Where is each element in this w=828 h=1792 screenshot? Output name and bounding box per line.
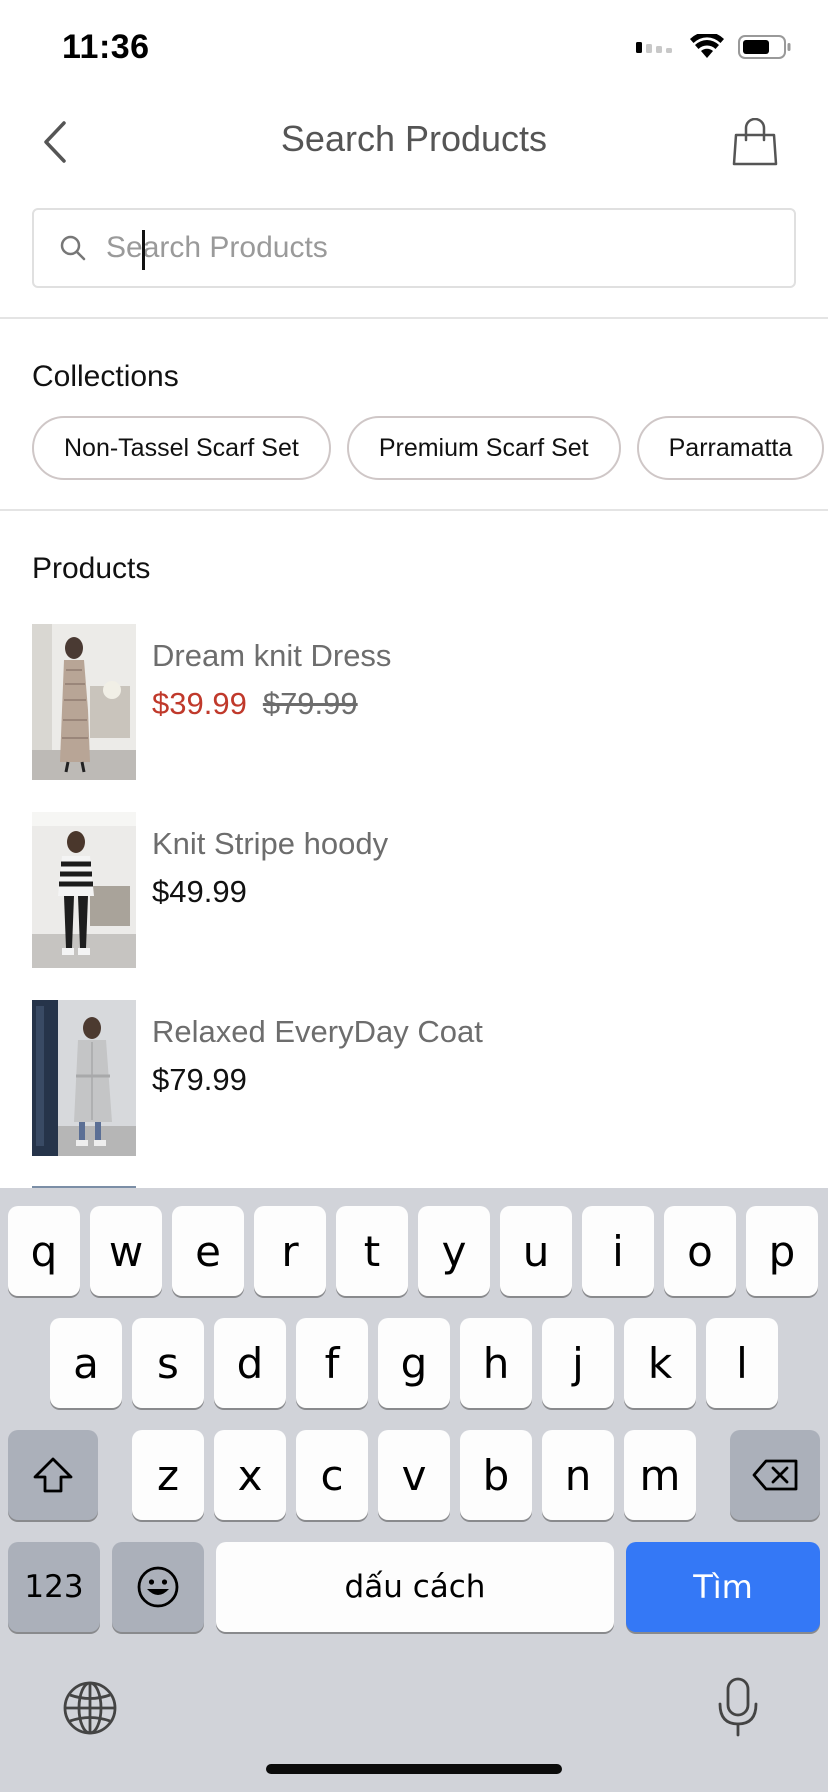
- collections-chips: Non-Tassel Scarf Set Premium Scarf Set P…: [32, 416, 825, 480]
- product-image: [32, 812, 136, 968]
- search-return-key[interactable]: Tìm: [626, 1542, 820, 1632]
- key-e[interactable]: e: [172, 1206, 244, 1296]
- search-box[interactable]: [32, 208, 796, 288]
- key-k[interactable]: k: [624, 1318, 696, 1408]
- microphone-icon: [718, 1677, 758, 1737]
- key-g[interactable]: g: [378, 1318, 450, 1408]
- status-icons: [636, 31, 792, 65]
- emoji-key[interactable]: [112, 1542, 204, 1632]
- key-y[interactable]: y: [418, 1206, 490, 1296]
- cellular-signal-icon: [636, 39, 676, 60]
- collection-chip[interactable]: Non-Tassel Scarf Set: [32, 416, 331, 480]
- numbers-key[interactable]: 123: [8, 1542, 100, 1632]
- product-item[interactable]: Knit Stripe hoody $49.99: [32, 812, 812, 968]
- wifi-icon: [690, 31, 724, 65]
- search-icon: [58, 233, 88, 263]
- collections-heading: Collections: [32, 360, 179, 393]
- key-m[interactable]: m: [624, 1430, 696, 1520]
- key-w[interactable]: w: [90, 1206, 162, 1296]
- collection-chip[interactable]: Premium Scarf Set: [346, 416, 621, 480]
- product-name: Knit Stripe hoody: [152, 826, 389, 861]
- nav-bar: Search Products: [0, 100, 828, 180]
- key-t[interactable]: t: [336, 1206, 408, 1296]
- dictation-button[interactable]: [716, 1676, 760, 1738]
- emoji-icon: [137, 1566, 179, 1608]
- key-n[interactable]: n: [542, 1430, 614, 1520]
- divider: [0, 509, 828, 511]
- text-cursor: [142, 230, 145, 270]
- key-s[interactable]: s: [132, 1318, 204, 1408]
- divider: [0, 317, 828, 319]
- key-o[interactable]: o: [664, 1206, 736, 1296]
- products-heading: Products: [32, 552, 151, 585]
- status-bar: 11:36: [0, 0, 828, 100]
- space-key[interactable]: dấu cách: [216, 1542, 614, 1632]
- key-r[interactable]: r: [254, 1206, 326, 1296]
- status-time: 11:36: [62, 28, 150, 66]
- home-indicator: [266, 1764, 562, 1774]
- backspace-icon: [752, 1459, 798, 1491]
- key-h[interactable]: h: [460, 1318, 532, 1408]
- key-u[interactable]: u: [500, 1206, 572, 1296]
- product-prices: $79.99: [152, 1062, 247, 1098]
- product-prices: $49.99: [152, 874, 247, 910]
- key-j[interactable]: j: [542, 1318, 614, 1408]
- original-price: $79.99: [262, 686, 358, 721]
- product-name: Relaxed EveryDay Coat: [152, 1014, 483, 1049]
- product-prices: $39.99 $79.99: [152, 686, 358, 722]
- key-i[interactable]: i: [582, 1206, 654, 1296]
- shift-key[interactable]: [8, 1430, 98, 1520]
- key-z[interactable]: z: [132, 1430, 204, 1520]
- collection-chip[interactable]: Parramatta: [636, 416, 825, 480]
- key-l[interactable]: l: [706, 1318, 778, 1408]
- key-x[interactable]: x: [214, 1430, 286, 1520]
- key-d[interactable]: d: [214, 1318, 286, 1408]
- globe-button[interactable]: [62, 1680, 118, 1736]
- sale-price: $39.99: [152, 686, 247, 721]
- key-b[interactable]: b: [460, 1430, 532, 1520]
- product-image: [32, 1000, 136, 1156]
- key-p[interactable]: p: [746, 1206, 818, 1296]
- page-title: Search Products: [280, 118, 548, 159]
- key-f[interactable]: f: [296, 1318, 368, 1408]
- key-a[interactable]: a: [50, 1318, 122, 1408]
- shopping-bag-icon: [732, 118, 778, 166]
- product-name: Dream knit Dress: [152, 638, 392, 673]
- delete-key[interactable]: [730, 1430, 820, 1520]
- battery-icon: [738, 34, 792, 65]
- shift-icon: [33, 1457, 73, 1493]
- product-image: [32, 624, 136, 780]
- product-item[interactable]: Dream knit Dress $39.99 $79.99: [32, 624, 812, 780]
- keyboard: q w e r t y u i o p a s d f g h j k l z …: [0, 1188, 828, 1792]
- key-v[interactable]: v: [378, 1430, 450, 1520]
- key-c[interactable]: c: [296, 1430, 368, 1520]
- cart-button[interactable]: [730, 114, 780, 170]
- price: $79.99: [152, 1062, 247, 1097]
- price: $49.99: [152, 874, 247, 909]
- globe-icon: [63, 1681, 117, 1735]
- search-input[interactable]: [106, 218, 794, 278]
- key-q[interactable]: q: [8, 1206, 80, 1296]
- product-item[interactable]: Relaxed EveryDay Coat $79.99: [32, 1000, 812, 1156]
